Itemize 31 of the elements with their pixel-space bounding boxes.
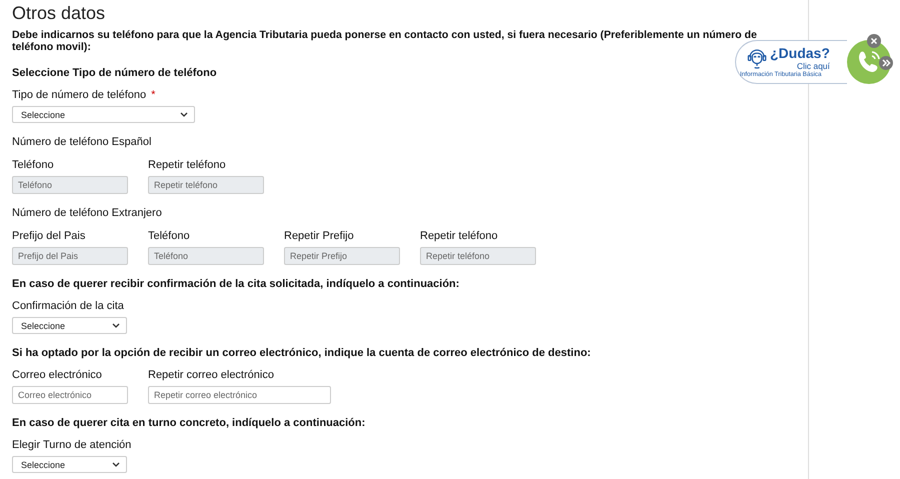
group-caption: Número de teléfono Español bbox=[12, 136, 152, 148]
field-label: Repetir teléfono bbox=[420, 229, 498, 243]
chevron-icon bbox=[112, 462, 120, 467]
instruction-text: En caso de querer recibir confirmación de la cita solicitada, indíquelo a continuación: bbox=[12, 278, 460, 290]
instruction-text: Si ha optado por la opción de recibir un correo electrónico, indique la cuenta de correo electrónico de destino: bbox=[12, 347, 591, 359]
instruction-text: En caso de querer cita en turno concreto, indíquelo a continuación: bbox=[12, 417, 366, 429]
field-label: Correo electrónico bbox=[12, 368, 102, 382]
help-title: ¿Dudas? bbox=[770, 46, 830, 60]
chevron-icon bbox=[180, 112, 188, 117]
input-field[interactable]: Correo electrónico bbox=[12, 386, 128, 404]
dropdown[interactable]: Seleccione bbox=[12, 317, 127, 334]
field-label: Teléfono bbox=[148, 229, 190, 243]
dropdown[interactable]: Seleccione bbox=[12, 106, 195, 123]
field-label: Tipo de número de teléfono bbox=[12, 88, 146, 102]
section-title: Otros datos bbox=[12, 2, 106, 24]
instruction-text: Seleccione Tipo de número de teléfono bbox=[12, 67, 217, 79]
double-chevron-icon[interactable] bbox=[879, 56, 893, 70]
dropdown[interactable]: Seleccione bbox=[12, 456, 127, 473]
group-caption: Número de teléfono Extranjero bbox=[12, 207, 162, 219]
field-label: Teléfono bbox=[12, 158, 54, 172]
required-mark: * bbox=[151, 88, 156, 102]
field-label: Elegir Turno de atención bbox=[12, 438, 132, 452]
input-field[interactable]: Repetir correo electrónico bbox=[148, 386, 331, 404]
help-link[interactable]: Clic aquí bbox=[796, 60, 830, 70]
close-icon[interactable] bbox=[867, 34, 881, 48]
field-label: Prefijo del Pais bbox=[12, 229, 86, 243]
field-label: Repetir Prefijo bbox=[284, 229, 354, 243]
field-label: Repetir correo electrónico bbox=[148, 368, 274, 382]
chevron-icon bbox=[112, 323, 120, 328]
field-label: Confirmación de la cita bbox=[12, 299, 124, 313]
field-label: Repetir teléfono bbox=[148, 158, 226, 172]
